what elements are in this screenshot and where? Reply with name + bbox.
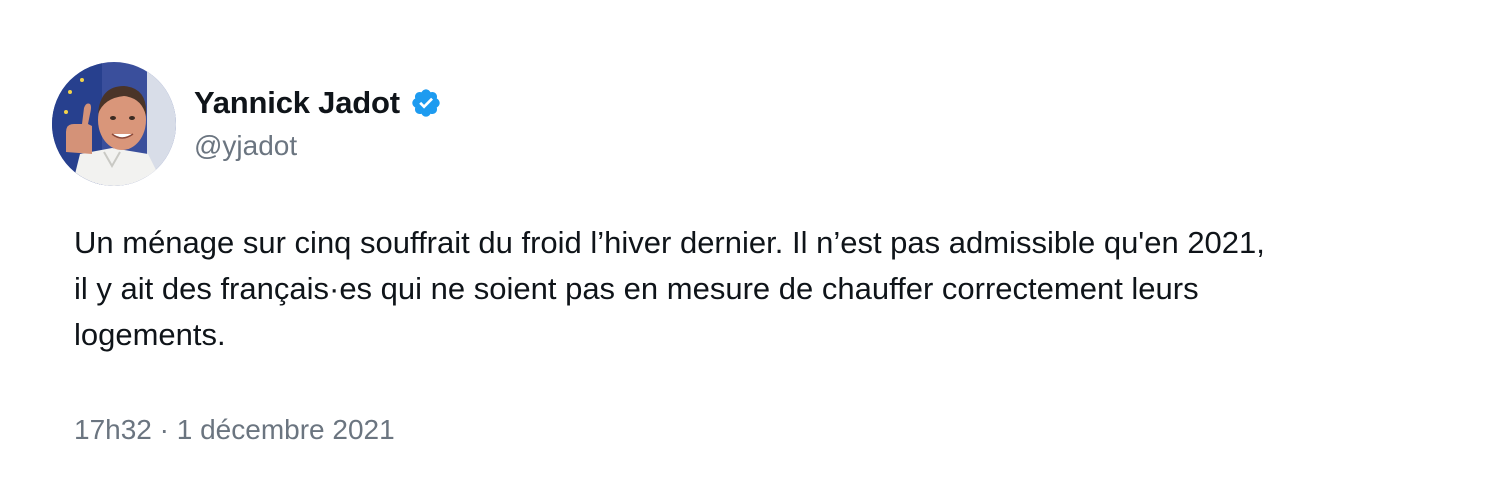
author-block: Yannick Jadot @yjadot [194, 80, 442, 162]
name-row: Yannick Jadot [194, 80, 442, 126]
avatar[interactable] [52, 62, 176, 186]
display-name[interactable]: Yannick Jadot [194, 85, 400, 121]
verified-badge-icon [410, 87, 442, 119]
tweet-card: Yannick Jadot @yjadot Un ménage sur cinq… [0, 0, 1500, 500]
avatar-image [52, 62, 176, 186]
timestamp[interactable]: 17h32 · 1 décembre 2021 [74, 414, 395, 446]
tweet-text: Un ménage sur cinq souffrait du froid l’… [74, 225, 1265, 352]
handle[interactable]: @yjadot [194, 130, 442, 162]
